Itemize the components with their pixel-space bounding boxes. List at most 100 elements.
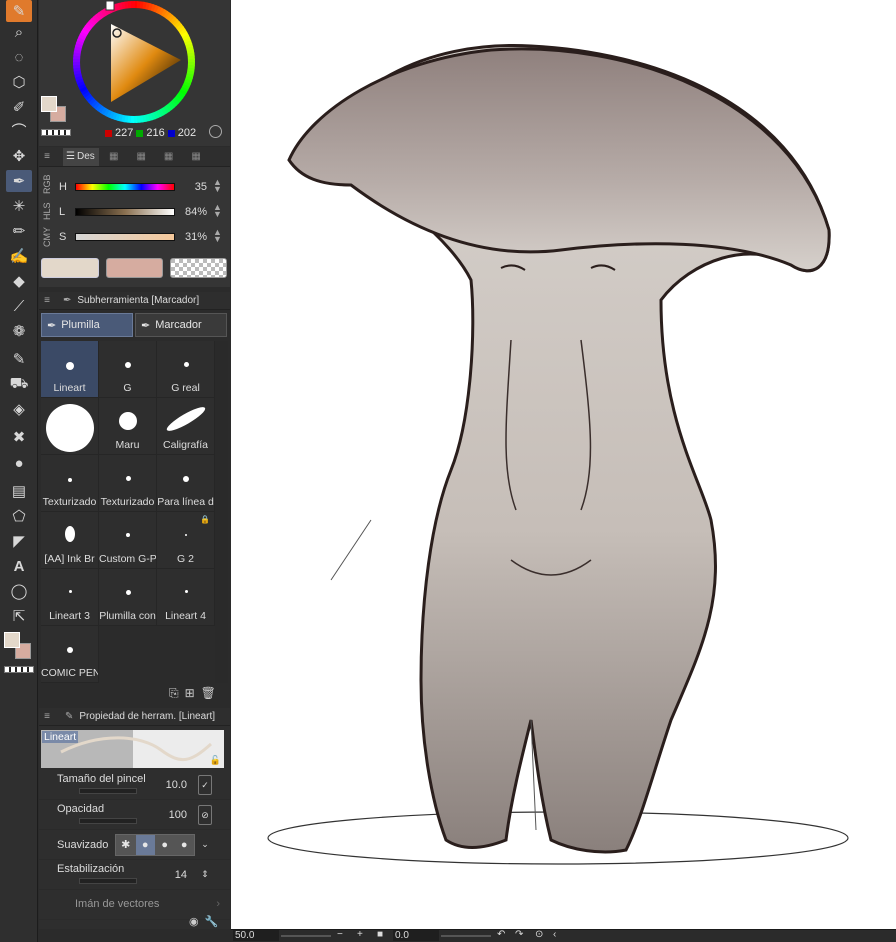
h-value[interactable]: 35 bbox=[179, 181, 207, 193]
s-spinner-icon[interactable]: ▲ ▼ bbox=[213, 228, 222, 244]
text-tool-icon[interactable]: A bbox=[6, 555, 32, 577]
gradient-tool-icon[interactable]: ✖ bbox=[6, 426, 32, 448]
transparent-color-swatch[interactable] bbox=[4, 666, 34, 673]
fit-view-icon[interactable]: ■ bbox=[377, 929, 383, 940]
brush-item[interactable]: Lineart bbox=[41, 341, 99, 398]
add-subtool-icon[interactable]: ⊞ bbox=[185, 686, 195, 701]
panel-menu-icon[interactable]: ≡ bbox=[39, 151, 55, 162]
brush-item[interactable]: COMIC PEN bbox=[41, 626, 99, 683]
brush-item[interactable]: G real bbox=[157, 341, 215, 398]
zoom-in-icon[interactable]: + bbox=[357, 929, 363, 940]
wheel-transparent-color[interactable] bbox=[41, 129, 71, 136]
opacity-bar[interactable] bbox=[79, 818, 137, 824]
lightness-track[interactable] bbox=[75, 208, 175, 216]
h-spinner-icon[interactable]: ▲ ▼ bbox=[213, 178, 222, 194]
zoom-value[interactable]: 50.0 bbox=[233, 930, 279, 941]
slider-s[interactable]: S 31% ▲ ▼ bbox=[39, 228, 230, 250]
brush-item[interactable]: Texturizado bbox=[99, 455, 157, 512]
slider-h[interactable]: H 35 ▲ ▼ bbox=[39, 178, 230, 200]
brush-size-row[interactable]: Tamaño del pincel 10.0 ✓ bbox=[39, 770, 230, 800]
eraser-tool-icon[interactable]: ◆ bbox=[6, 270, 32, 292]
subtool-menu-icon[interactable]: ≡ bbox=[39, 295, 55, 306]
move-tool-icon[interactable]: ✥ bbox=[6, 145, 32, 167]
tab-approx-icon[interactable]: ▦ bbox=[164, 151, 173, 162]
eyedropper-tool-icon[interactable]: ✐ bbox=[6, 96, 32, 118]
slider-transparent-color[interactable] bbox=[170, 258, 227, 278]
ruler-tool-icon[interactable]: ◤ bbox=[6, 530, 32, 552]
tab-plumilla[interactable]: ✒ Plumilla bbox=[41, 313, 133, 337]
slider-main-color[interactable] bbox=[41, 258, 99, 278]
opacity-row[interactable]: Opacidad 100 ⊘ bbox=[39, 800, 230, 830]
antialias-none-icon[interactable]: ✱ bbox=[116, 835, 136, 855]
antialias-medium-icon[interactable]: ● bbox=[155, 835, 175, 855]
main-color-swatch[interactable] bbox=[4, 632, 20, 648]
color-wheel[interactable] bbox=[39, 0, 230, 146]
antialias-options[interactable]: ✱ ● ● ● bbox=[115, 834, 195, 856]
slider-l[interactable]: L 84% ▲ ▼ bbox=[39, 203, 230, 225]
brush-tool-icon[interactable]: ✍ bbox=[6, 245, 32, 267]
figure-tool-icon[interactable]: ⬠ bbox=[6, 505, 32, 527]
magic-wand-tool-icon[interactable]: ✳ bbox=[6, 195, 32, 217]
pressure-check-icon[interactable]: ✓ bbox=[198, 775, 212, 795]
antialias-dropdown-icon[interactable]: ⌄ bbox=[198, 835, 212, 855]
slider-sub-color[interactable] bbox=[106, 258, 163, 278]
drawing-canvas[interactable] bbox=[231, 0, 896, 929]
copy-subtool-icon[interactable]: ⎘ bbox=[169, 686, 179, 701]
opacity-pressure-icon[interactable]: ⊘ bbox=[198, 805, 212, 825]
brush-item[interactable]: Custom G-P bbox=[99, 512, 157, 569]
opacity-value[interactable]: 100 bbox=[139, 809, 187, 821]
saturation-track[interactable] bbox=[75, 233, 175, 241]
sphere-tool-icon[interactable]: ● bbox=[6, 452, 32, 474]
preview-lock-icon[interactable]: 🔓 bbox=[210, 755, 221, 766]
stabilization-spinner-icon[interactable]: ⇕ bbox=[198, 865, 212, 885]
l-spinner-icon[interactable]: ▲ ▼ bbox=[213, 203, 222, 219]
hue-track[interactable] bbox=[75, 183, 175, 191]
brush-item[interactable]: Para línea d bbox=[157, 455, 215, 512]
zoom-tool-icon[interactable]: ⌕ bbox=[6, 21, 32, 43]
zoom-out-icon[interactable]: − bbox=[337, 929, 343, 940]
tab-history-icon[interactable]: ▦ bbox=[191, 151, 200, 162]
brush-item[interactable]: Plumilla con bbox=[99, 569, 157, 626]
s-value[interactable]: 31% bbox=[179, 231, 207, 243]
view-icon[interactable]: ◉ bbox=[189, 915, 199, 928]
brush-size-bar[interactable] bbox=[79, 788, 137, 794]
rotate-view-tool-icon[interactable]: ◌ bbox=[6, 46, 32, 68]
antialias-weak-icon[interactable]: ● bbox=[135, 835, 155, 855]
tab-marcador[interactable]: ✒ Marcador bbox=[135, 313, 227, 337]
zoom-slider[interactable] bbox=[281, 935, 331, 937]
blend-tool-icon[interactable]: ❁ bbox=[6, 320, 32, 342]
lasso-tool-icon[interactable]: ⌒ bbox=[6, 120, 32, 142]
delete-subtool-icon[interactable]: 🗑 bbox=[201, 686, 216, 701]
l-value[interactable]: 84% bbox=[179, 206, 207, 218]
pen-tool-icon[interactable]: ✒ bbox=[6, 170, 32, 192]
rotate-right-icon[interactable]: ↷ bbox=[515, 929, 523, 940]
color-mode-icon[interactable] bbox=[209, 125, 222, 138]
brush-item[interactable]: [AA] Ink Br bbox=[41, 512, 99, 569]
vector-magnet-chevron-icon[interactable]: › bbox=[216, 898, 220, 910]
wrench-icon[interactable]: 🔧 bbox=[205, 915, 219, 928]
object-tool-icon[interactable]: ⬡ bbox=[6, 71, 32, 93]
frame-tool-icon[interactable]: ▤ bbox=[6, 480, 32, 502]
stabilization-value[interactable]: 14 bbox=[139, 869, 187, 881]
antialias-strong-icon[interactable]: ● bbox=[174, 835, 194, 855]
brush-item[interactable]: Maru bbox=[99, 398, 157, 455]
rotation-slider[interactable] bbox=[441, 935, 491, 937]
balloon-tool-icon[interactable]: ◯ bbox=[6, 580, 32, 602]
bucket-tool-icon[interactable]: ◈ bbox=[6, 398, 32, 420]
decoration-tool-icon[interactable]: ✎ bbox=[6, 348, 32, 370]
rotation-value[interactable]: 0.0 bbox=[393, 930, 439, 941]
brush-item[interactable]: Caligrafía bbox=[157, 398, 215, 455]
brush-item[interactable]: G bbox=[99, 341, 157, 398]
pencil-tool-icon[interactable]: ✏ bbox=[6, 220, 32, 242]
flip-icon[interactable]: ‹ bbox=[553, 929, 556, 940]
wheel-main-color[interactable] bbox=[41, 96, 57, 112]
rotate-left-icon[interactable]: ↶ bbox=[497, 929, 505, 940]
stabilization-row[interactable]: Estabilización 14 ⇕ bbox=[39, 860, 230, 890]
brush-grid-scrollbar[interactable] bbox=[215, 341, 228, 683]
property-menu-icon[interactable]: ≡ bbox=[39, 711, 55, 722]
tab-color-set-icon[interactable]: ▦ bbox=[109, 151, 118, 162]
brush-item[interactable]: Lineart 4 bbox=[157, 569, 215, 626]
brush-item[interactable]: Saji bbox=[41, 398, 99, 455]
stabilization-bar[interactable] bbox=[79, 878, 137, 884]
airbrush-tool-icon[interactable]: ⟋ bbox=[6, 295, 32, 317]
